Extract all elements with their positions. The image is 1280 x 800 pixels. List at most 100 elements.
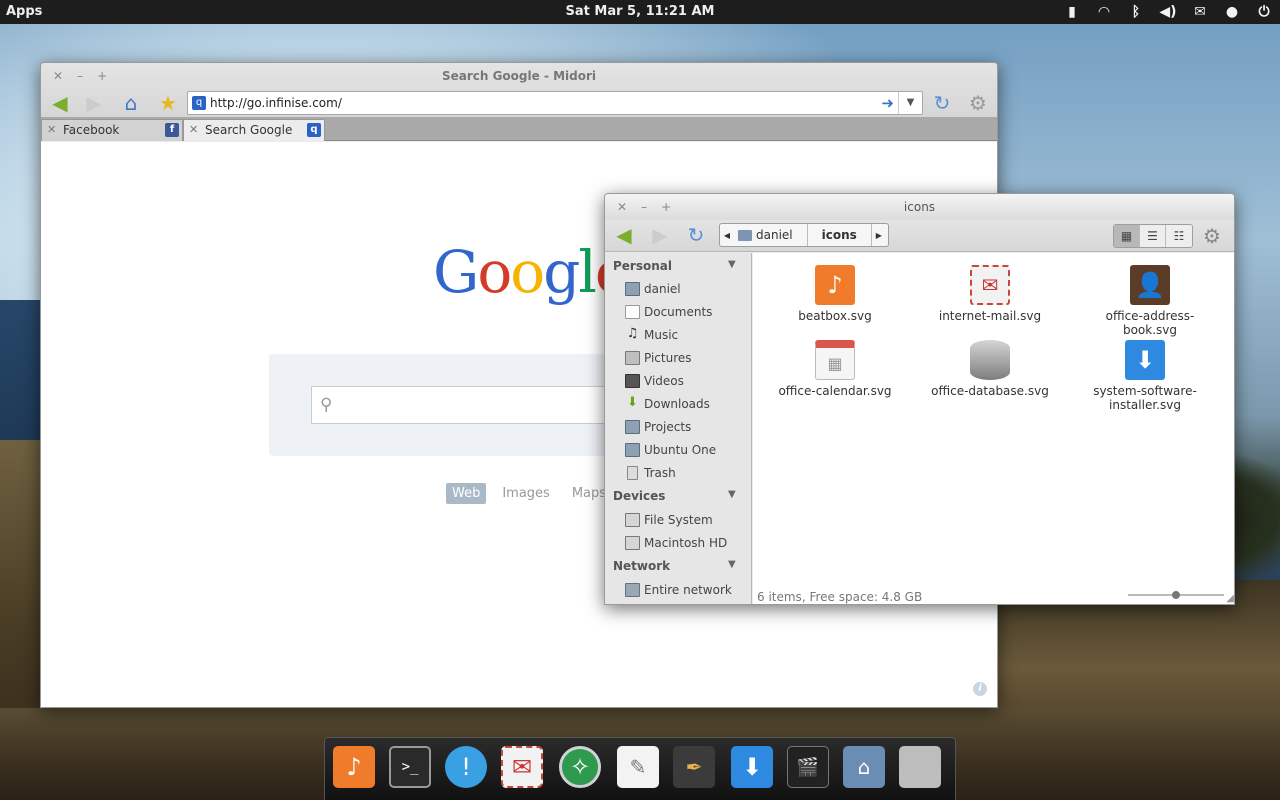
sidebar-item-projects[interactable]: Projects [625, 420, 691, 434]
forward-arrow-icon: ▶ [86, 91, 102, 115]
file-item[interactable]: ✉ internet-mail.svg [930, 265, 1050, 323]
section-label: Network [613, 559, 671, 573]
notification-icon[interactable]: ! [445, 746, 487, 788]
back-button[interactable]: ◀ [47, 91, 73, 115]
browser-title: Search Google - Midori [441, 69, 597, 83]
installer-icon[interactable]: ⬇ [731, 746, 773, 788]
zoom-slider-handle[interactable] [1172, 591, 1180, 599]
forward-button[interactable]: ▶ [81, 91, 107, 115]
music-icon[interactable]: ♪ [333, 746, 375, 788]
list-view-icon[interactable]: ☰ [1140, 225, 1166, 247]
nav-web[interactable]: Web [446, 483, 487, 504]
sidebar-item-label: Downloads [644, 397, 710, 411]
bluetooth-icon[interactable]: ᛒ [1126, 3, 1146, 21]
browser-menu-button[interactable]: ⚙ [965, 91, 991, 115]
power-icon[interactable]: ⏻ [1254, 3, 1274, 21]
trash-icon[interactable] [899, 746, 941, 788]
tab-label: Facebook [63, 123, 120, 137]
crumb-right-icon[interactable]: ▶ [872, 231, 886, 240]
reload-button[interactable]: ↻ [683, 223, 709, 247]
home-folder-icon[interactable]: ⌂ [843, 746, 885, 788]
reload-button[interactable]: ↻ [929, 91, 955, 115]
crumb-daniel[interactable]: daniel [734, 224, 808, 246]
battery-icon[interactable]: ▮ [1062, 3, 1082, 21]
envelope-icon: ✉ [970, 265, 1010, 305]
wifi-icon[interactable]: ◠ [1094, 3, 1114, 21]
tab-close-icon[interactable]: ✕ [47, 123, 56, 136]
collapse-icon[interactable]: ▼ [728, 559, 736, 570]
file-view: ♪ beatbox.svg ✉ internet-mail.svg 👤 offi… [753, 253, 1234, 604]
tab-facebook[interactable]: ✕ Facebook f [41, 119, 183, 141]
search-favicon-icon: q [307, 123, 321, 137]
search-favicon-icon: q [192, 96, 206, 110]
back-arrow-icon: ◀ [52, 91, 68, 115]
terminal-icon[interactable]: >_ [389, 746, 431, 788]
url-dropdown[interactable]: ▼ [898, 92, 922, 114]
sidebar-item-entire-network[interactable]: Entire network [625, 583, 732, 597]
nav-images[interactable]: Images [496, 483, 556, 504]
breadcrumb: ◀ daniel icons ▶ [719, 223, 889, 247]
url-text[interactable]: http://go.infinise.com/ [210, 96, 342, 110]
collapse-icon[interactable]: ▼ [728, 259, 736, 270]
sidebar-item-downloads[interactable]: ⬇ Downloads [625, 396, 710, 411]
section-devices[interactable]: Devices ▼ [613, 489, 736, 503]
trash-icon [627, 466, 638, 480]
section-network[interactable]: Network ▼ [613, 559, 736, 573]
video-icon[interactable]: 🎬 [787, 746, 829, 788]
search-input[interactable]: ⚲ [311, 386, 629, 424]
database-icon [970, 340, 1010, 380]
gear-icon[interactable]: ⚙ [1203, 224, 1221, 248]
sidebar-item-macintosh-hd[interactable]: Macintosh HD [625, 536, 727, 550]
back-arrow-icon: ◀ [616, 223, 632, 247]
music-note-icon: ♫ [626, 326, 639, 341]
crumb-icons[interactable]: icons [808, 224, 872, 246]
text-editor-icon[interactable]: ✎ [617, 746, 659, 788]
volume-icon[interactable]: ◀) [1158, 3, 1178, 21]
sidebar-item-trash[interactable]: Trash [625, 466, 676, 480]
file-name: office-calendar.svg [778, 384, 892, 398]
forward-button[interactable]: ▶ [647, 223, 673, 247]
info-icon[interactable]: i [973, 682, 987, 696]
top-panel: Apps Sat Mar 5, 11:21 AM ▮ ◠ ᛒ ◀) ✉ ● ⏻ [0, 0, 1280, 24]
sidebar-item-ubuntu-one[interactable]: Ubuntu One [625, 443, 716, 457]
music-note-icon: ♪ [815, 265, 855, 305]
bookmark-button[interactable]: ★ [155, 91, 181, 115]
sidebar-item-label: Projects [644, 420, 692, 434]
reload-icon: ↻ [687, 223, 705, 247]
file-item[interactable]: ⬇ system-software-installer.svg [1085, 340, 1205, 412]
sidebar-item-music[interactable]: ♫ Music [625, 326, 678, 342]
back-button[interactable]: ◀ [611, 223, 637, 247]
sidebar-item-label: Ubuntu One [644, 443, 717, 457]
tab-search-google[interactable]: ✕ Search Google q [183, 119, 325, 141]
file-name: system-software-installer.svg [1093, 384, 1197, 412]
section-personal[interactable]: Personal ▼ [613, 259, 736, 273]
sidebar-item-videos[interactable]: Videos [625, 374, 684, 388]
network-folder-icon [625, 583, 640, 597]
sidebar-item-file-system[interactable]: File System [625, 513, 713, 527]
file-item[interactable]: ♪ beatbox.svg [775, 265, 895, 323]
icon-view-icon[interactable]: ▦ [1114, 225, 1140, 247]
graphics-pen-icon[interactable]: ✒ [673, 746, 715, 788]
sidebar-item-pictures[interactable]: Pictures [625, 351, 692, 365]
search-panel: ⚲ [269, 354, 629, 456]
compact-view-icon[interactable]: ☷ [1166, 225, 1192, 247]
resize-grip-icon[interactable]: ◢ [1226, 593, 1234, 604]
collapse-icon[interactable]: ▼ [728, 489, 736, 500]
zoom-slider[interactable] [1128, 591, 1224, 599]
sidebar-item-label: Macintosh HD [644, 536, 728, 550]
file-item[interactable]: office-database.svg [930, 340, 1050, 398]
home-button[interactable]: ⌂ [118, 91, 144, 115]
crumb-left-icon[interactable]: ◀ [720, 231, 734, 240]
sidebar-item-documents[interactable]: Documents [625, 305, 712, 319]
sidebar-item-daniel[interactable]: daniel [625, 282, 681, 296]
mail-icon[interactable]: ✉ [1190, 3, 1210, 21]
go-icon[interactable]: ➜ [881, 94, 894, 112]
file-item[interactable]: ▦ office-calendar.svg [775, 340, 895, 398]
browser-compass-icon[interactable]: ✧ [559, 746, 601, 788]
mail-icon[interactable]: ✉ [501, 746, 543, 788]
tab-close-icon[interactable]: ✕ [189, 123, 198, 136]
file-item[interactable]: 👤 office-address-book.svg [1085, 265, 1215, 337]
url-bar[interactable]: q http://go.infinise.com/ ➜ ▼ [187, 91, 923, 115]
chat-icon[interactable]: ● [1222, 3, 1242, 21]
files-titlebar: ✕ – + icons [605, 194, 1234, 220]
